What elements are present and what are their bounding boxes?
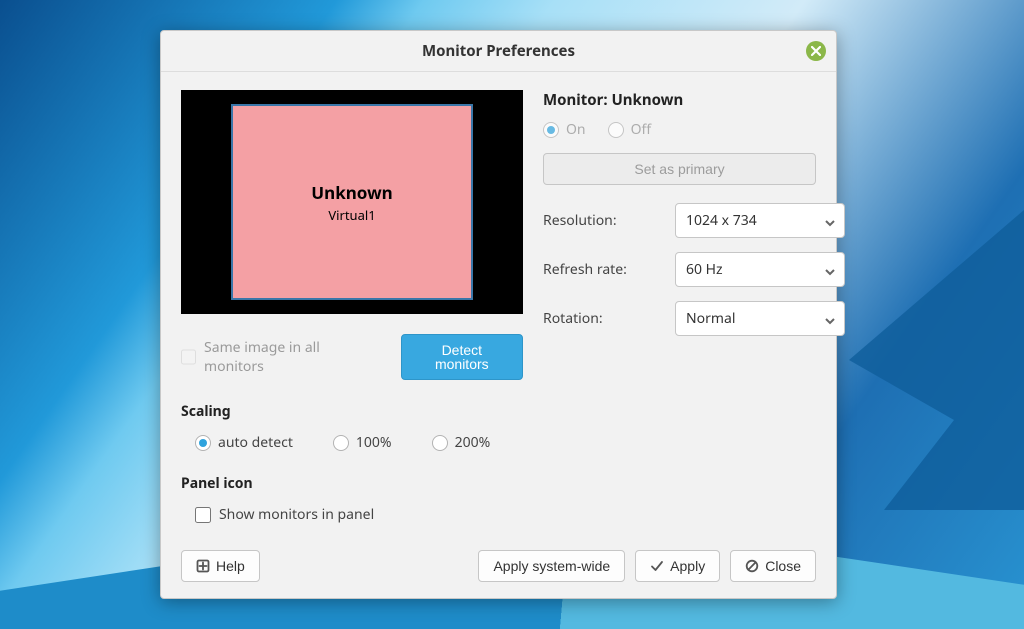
radio-icon	[543, 122, 559, 138]
show-monitors-checkbox-box[interactable]	[195, 507, 211, 523]
scaling-200-radio[interactable]: 200%	[432, 433, 491, 452]
window-title: Monitor Preferences	[422, 41, 575, 61]
detect-monitors-label: Detect monitors	[416, 343, 508, 371]
prohibit-icon	[745, 559, 759, 573]
refresh-rate-select[interactable]: 60 Hz	[675, 252, 845, 287]
refresh-value: 60 Hz	[686, 260, 723, 279]
chevron-down-icon	[824, 215, 836, 227]
show-monitors-checkbox[interactable]: Show monitors in panel	[195, 505, 374, 524]
monitor-thumbnail-connector: Virtual1	[328, 206, 375, 224]
same-image-checkbox-box	[181, 349, 196, 365]
set-as-primary-button[interactable]: Set as primary	[543, 153, 816, 185]
monitor-thumbnail-name: Unknown	[311, 181, 392, 204]
scaling-heading: Scaling	[181, 402, 816, 421]
apply-system-wide-label: Apply system-wide	[493, 559, 610, 573]
help-label: Help	[216, 559, 245, 573]
radio-icon	[333, 435, 349, 451]
detect-monitors-button[interactable]: Detect monitors	[401, 334, 523, 380]
rotation-label: Rotation:	[543, 309, 663, 328]
monitor-preferences-dialog: Monitor Preferences Unknown Virtual1	[160, 30, 837, 599]
same-image-label: Same image in all monitors	[204, 338, 373, 376]
resolution-select[interactable]: 1024 x 734	[675, 203, 845, 238]
power-off-radio: Off	[608, 120, 652, 139]
titlebar[interactable]: Monitor Preferences	[161, 31, 836, 72]
close-button[interactable]: Close	[730, 550, 816, 582]
close-label: Close	[765, 559, 801, 573]
monitor-layout-preview[interactable]: Unknown Virtual1	[181, 90, 523, 314]
scaling-auto-radio[interactable]: auto detect	[195, 433, 293, 452]
power-off-label: Off	[631, 120, 652, 139]
selected-monitor-name: Unknown	[611, 90, 683, 110]
panel-icon-heading: Panel icon	[181, 474, 816, 493]
help-button[interactable]: Help	[181, 550, 260, 582]
scaling-100-radio[interactable]: 100%	[333, 433, 392, 452]
chevron-down-icon	[824, 264, 836, 276]
radio-icon	[195, 435, 211, 451]
resolution-value: 1024 x 734	[686, 211, 757, 230]
set-primary-label: Set as primary	[634, 162, 724, 176]
chevron-down-icon	[824, 313, 836, 325]
selected-monitor-prefix: Monitor:	[543, 90, 608, 110]
radio-icon	[432, 435, 448, 451]
apply-label: Apply	[670, 559, 705, 573]
resolution-label: Resolution:	[543, 211, 663, 230]
desktop-background: Monitor Preferences Unknown Virtual1	[0, 0, 1024, 629]
same-image-checkbox: Same image in all monitors	[181, 338, 373, 376]
power-on-label: On	[566, 120, 586, 139]
apply-button[interactable]: Apply	[635, 550, 720, 582]
power-on-radio: On	[543, 120, 586, 139]
scaling-100-label: 100%	[356, 433, 392, 452]
rotation-value: Normal	[686, 309, 735, 328]
apply-system-wide-button[interactable]: Apply system-wide	[478, 550, 625, 582]
show-monitors-label: Show monitors in panel	[219, 505, 374, 524]
radio-icon	[608, 122, 624, 138]
close-icon	[811, 31, 821, 71]
monitor-thumbnail[interactable]: Unknown Virtual1	[231, 104, 473, 300]
check-icon	[650, 559, 664, 573]
window-close-button[interactable]	[806, 41, 826, 61]
selected-monitor-heading: Monitor: Unknown	[543, 90, 816, 110]
help-icon	[196, 559, 210, 573]
refresh-label: Refresh rate:	[543, 260, 663, 279]
scaling-200-label: 200%	[455, 433, 491, 452]
scaling-auto-label: auto detect	[218, 433, 293, 452]
dialog-body: Unknown Virtual1 Same image in all monit…	[161, 72, 836, 598]
rotation-select[interactable]: Normal	[675, 301, 845, 336]
